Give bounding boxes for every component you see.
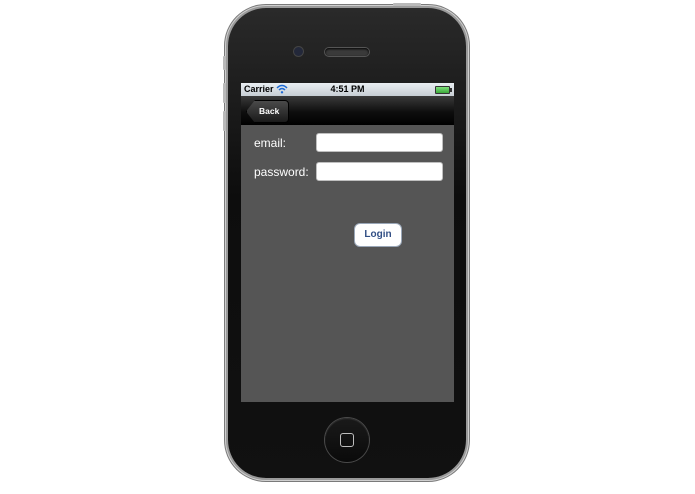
volume-up-button [223, 83, 226, 103]
status-bar: Carrier 4:51 PM [241, 83, 454, 96]
power-button [393, 3, 421, 6]
status-time: 4:51 PM [330, 84, 365, 94]
front-camera-icon [294, 47, 303, 56]
battery-icon [435, 86, 452, 94]
login-form: email: password: Login [241, 125, 454, 402]
login-button[interactable]: Login [354, 223, 402, 247]
navigation-bar: Back [241, 96, 454, 125]
home-button[interactable] [325, 418, 369, 462]
device-screen: Carrier 4:51 PM Back email: password: Lo… [241, 83, 454, 402]
password-field[interactable] [316, 162, 443, 181]
mute-switch [223, 56, 226, 70]
email-field[interactable] [316, 133, 443, 152]
volume-down-button [223, 111, 226, 131]
home-button-icon [340, 433, 354, 447]
iphone-frame: Carrier 4:51 PM Back email: password: Lo… [223, 3, 466, 478]
password-label: password: [254, 165, 309, 179]
email-label: email: [254, 136, 287, 150]
back-button[interactable]: Back [246, 100, 290, 123]
earpiece-speaker [325, 48, 369, 56]
simulator-stage: Carrier 4:51 PM Back email: password: Lo… [0, 0, 695, 494]
